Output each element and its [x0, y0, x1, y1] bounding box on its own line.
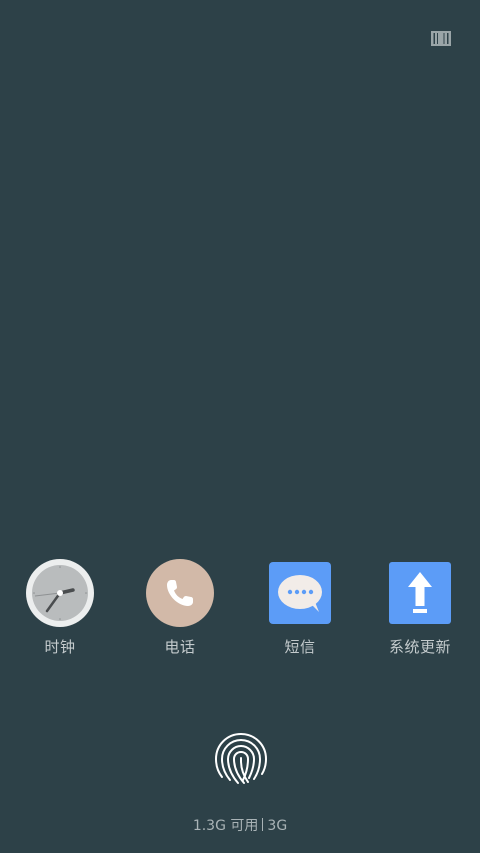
- storage-info: 1.3G 可用 3G: [0, 815, 480, 835]
- app-clock[interactable]: 时钟: [0, 558, 120, 657]
- divider: [262, 818, 264, 831]
- app-label-messages: 短信: [284, 638, 316, 656]
- phone-icon[interactable]: [145, 558, 215, 628]
- system-update-icon[interactable]: [385, 558, 455, 628]
- storage-available: 1.3G 可用: [192, 818, 259, 834]
- network-type: 3G: [267, 818, 288, 834]
- app-label-clock: 时钟: [44, 638, 76, 656]
- fingerprint-icon[interactable]: [212, 730, 270, 788]
- app-phone[interactable]: 电话: [120, 558, 240, 657]
- app-label-phone: 电话: [164, 638, 196, 656]
- clock-icon[interactable]: [25, 558, 95, 628]
- message-icon[interactable]: [265, 558, 335, 628]
- barcode-icon[interactable]: [431, 31, 451, 46]
- app-system-update[interactable]: 系统更新: [360, 558, 480, 657]
- app-label-system-update: 系统更新: [388, 638, 451, 656]
- app-messages[interactable]: 短信: [240, 558, 360, 657]
- app-dock: 时钟 电话 短信 系统更新: [0, 558, 480, 657]
